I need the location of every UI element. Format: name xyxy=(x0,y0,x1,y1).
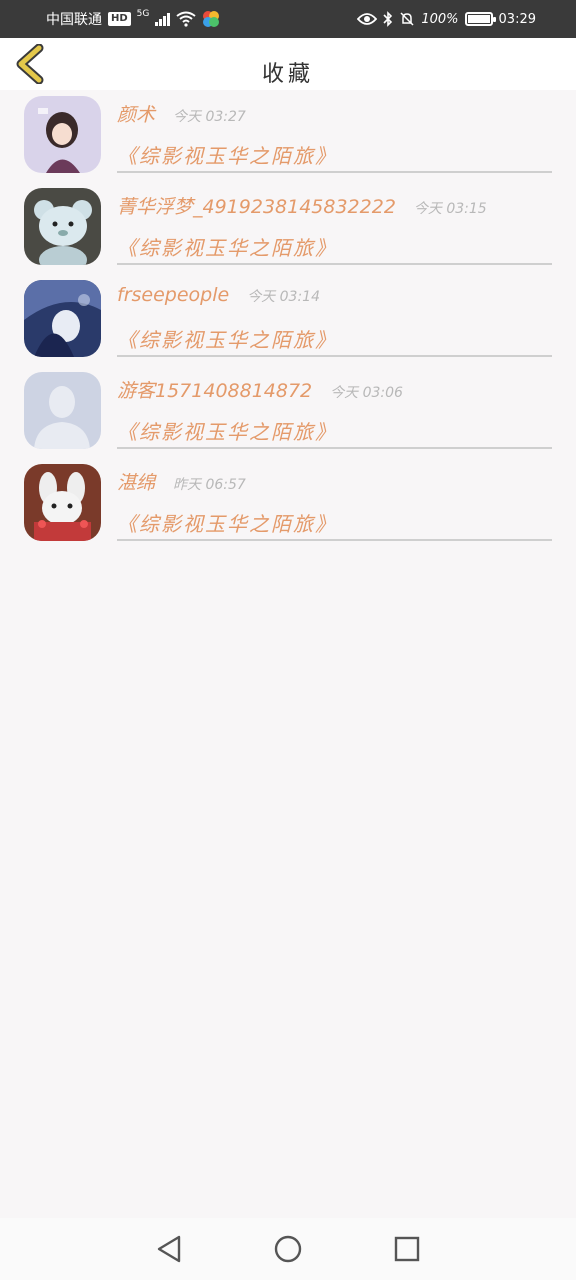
list-item[interactable]: 湛绵 昨天 06:57 《综影视玉华之陌旅》 xyxy=(0,458,576,550)
page-title: 收藏 xyxy=(261,62,314,87)
nav-home-button[interactable] xyxy=(268,1229,308,1269)
list-item[interactable]: frseepeople 今天 03:14 《综影视玉华之陌旅》 xyxy=(0,274,576,366)
book-title[interactable]: 《综影视玉华之陌旅》 xyxy=(117,416,552,445)
app-notification-icon xyxy=(203,11,220,27)
item-body: 菁华浮梦_4919238145832222 今天 03:15 《综影视玉华之陌旅… xyxy=(117,192,552,265)
header: 收藏 xyxy=(0,38,576,90)
nav-back-button[interactable] xyxy=(149,1229,189,1269)
hd-icon: HD xyxy=(108,12,131,26)
network-type-label: 5G xyxy=(136,9,150,19)
item-body: 游客1571408814872 今天 03:06 《综影视玉华之陌旅》 xyxy=(117,376,552,449)
wifi-icon xyxy=(176,11,196,27)
avatar[interactable] xyxy=(24,464,101,541)
book-title[interactable]: 《综影视玉华之陌旅》 xyxy=(117,140,552,169)
battery-percent: 100% xyxy=(421,11,459,27)
mute-bell-icon xyxy=(400,12,414,26)
timestamp: 今天 03:14 xyxy=(247,289,320,305)
book-title[interactable]: 《综影视玉华之陌旅》 xyxy=(117,324,552,353)
square-recents-icon xyxy=(394,1236,419,1262)
status-right: 100% 03:29 xyxy=(357,11,536,27)
eye-icon xyxy=(357,13,378,25)
username[interactable]: 湛绵 xyxy=(117,468,155,495)
username[interactable]: frseepeople xyxy=(117,284,229,306)
teddy-bear-avatar-icon xyxy=(24,188,101,265)
timestamp: 今天 03:27 xyxy=(173,109,246,125)
circle-home-icon xyxy=(274,1235,302,1263)
bluetooth-icon xyxy=(383,11,393,27)
username[interactable]: 游客1571408814872 xyxy=(117,376,312,403)
avatar[interactable] xyxy=(24,280,101,357)
timestamp: 昨天 06:57 xyxy=(173,477,246,493)
book-title[interactable]: 《综影视玉华之陌旅》 xyxy=(117,508,552,537)
list-item[interactable]: 游客1571408814872 今天 03:06 《综影视玉华之陌旅》 xyxy=(0,366,576,458)
anime-art-avatar-icon xyxy=(24,280,101,357)
book-title[interactable]: 《综影视玉华之陌旅》 xyxy=(117,232,552,261)
carrier-label: 中国联通 xyxy=(46,12,102,28)
default-person-avatar-icon xyxy=(24,372,101,449)
bunny-avatar-icon xyxy=(24,464,101,541)
avatar[interactable] xyxy=(24,188,101,265)
avatar[interactable] xyxy=(24,96,101,173)
avatar[interactable] xyxy=(24,372,101,449)
item-body: frseepeople 今天 03:14 《综影视玉华之陌旅》 xyxy=(117,284,552,357)
clock: 03:29 xyxy=(498,11,536,27)
item-body: 颜术 今天 03:27 《综影视玉华之陌旅》 xyxy=(117,100,552,173)
item-body: 湛绵 昨天 06:57 《综影视玉华之陌旅》 xyxy=(117,468,552,541)
signal-icon xyxy=(155,12,171,26)
anime-girl-avatar-icon xyxy=(24,96,101,173)
triangle-back-icon xyxy=(158,1235,181,1263)
status-bar: 中国联通 HD 5G 100% 03:29 xyxy=(0,0,576,38)
list-item[interactable]: 菁华浮梦_4919238145832222 今天 03:15 《综影视玉华之陌旅… xyxy=(0,182,576,274)
nav-recents-button[interactable] xyxy=(387,1229,427,1269)
username[interactable]: 颜术 xyxy=(117,100,155,127)
battery-icon xyxy=(464,12,496,26)
timestamp: 今天 03:06 xyxy=(330,385,403,401)
list-item[interactable]: 颜术 今天 03:27 《综影视玉华之陌旅》 xyxy=(0,90,576,182)
status-left: 中国联通 HD 5G xyxy=(46,9,220,29)
system-nav-bar xyxy=(0,1218,576,1280)
timestamp: 今天 03:15 xyxy=(413,201,487,217)
username[interactable]: 菁华浮梦_4919238145832222 xyxy=(117,192,396,219)
favorites-list: 颜术 今天 03:27 《综影视玉华之陌旅》 菁华浮梦_491923814583… xyxy=(0,90,576,550)
